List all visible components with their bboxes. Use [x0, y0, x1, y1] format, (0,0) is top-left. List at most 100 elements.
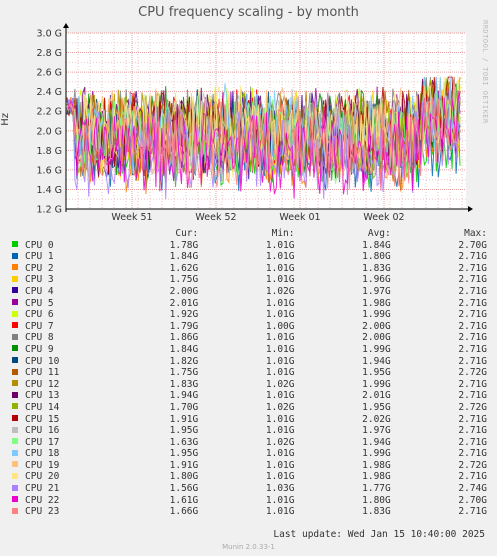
chart-plot: Week 51 Week 52 Week 01 Week 02 1.2 G 1.4 G 1.… — [37, 23, 473, 223]
series-label: CPU 5 — [25, 297, 54, 309]
legend-cur-value: 1.95G — [169, 448, 199, 460]
legend-avg-value: 1.97G — [362, 425, 391, 437]
legend-row: CPU 9 1.84G 1.01G 1.99G 2.71G — [12, 344, 487, 356]
legend-cur-value: 1.80G — [169, 471, 199, 483]
legend-row: CPU 21 1.56G 1.03G 1.77G 2.74G — [12, 483, 487, 495]
legend-series-name: CPU 1 — [12, 251, 102, 263]
legend-series-name: CPU 2 — [12, 263, 102, 275]
legend-cur-value: 1.91G — [169, 413, 199, 425]
legend-cur-value: 1.91G — [169, 459, 199, 471]
legend-min-value: 1.01G — [265, 506, 295, 518]
legend-series-name: CPU 20 — [12, 471, 102, 483]
legend-swatch — [12, 310, 18, 317]
legend-max-value: 2.71G — [458, 378, 487, 390]
series-label: CPU 8 — [25, 332, 54, 344]
legend-avg-value: 1.95G — [362, 367, 391, 379]
legend-avg-value: 1.98G — [362, 297, 391, 309]
legend-cur-value: 1.75G — [169, 367, 199, 379]
legend-max-value: 2.71G — [458, 425, 487, 437]
legend-cur-value: 2.00G — [169, 285, 199, 297]
legend-avg-value: 1.97G — [362, 285, 391, 297]
legend-swatch — [12, 368, 18, 375]
legend-max-value: 2.71G — [458, 332, 487, 344]
legend-swatch — [12, 415, 18, 421]
legend-row: CPU 1 1.84G 1.01G 1.80G 2.71G — [12, 251, 487, 263]
legend-max-value: 2.71G — [458, 471, 487, 483]
series-label: CPU 7 — [25, 320, 54, 332]
legend-series-name: CPU 12 — [12, 379, 102, 391]
y-tick-label: 2.8 G — [37, 48, 63, 59]
legend-max-value: 2.71G — [458, 390, 487, 402]
legend-series-name: CPU 3 — [12, 274, 102, 286]
legend-table: Cur: Min: Avg: Max: CPU 0 1.78G 1.01G 1.84G… — [12, 228, 487, 518]
legend-avg-value: 1.80G — [362, 494, 391, 506]
legend-max-value: 2.72G — [458, 459, 487, 471]
legend-max-value: 2.71G — [458, 413, 487, 425]
legend-row: CPU 7 1.79G 1.00G 2.00G 2.71G — [12, 321, 487, 333]
legend-series-name: CPU 9 — [12, 344, 102, 356]
legend-min-value: 1.01G — [265, 332, 295, 344]
legend-avg-value: 2.00G — [362, 332, 391, 344]
legend-min-value: 1.00G — [265, 320, 295, 332]
legend-cur-value: 1.83G — [169, 378, 199, 390]
legend-cur-value: 1.92G — [169, 309, 199, 321]
legend-row: CPU 16 1.95G 1.01G 1.97G 2.71G — [12, 425, 487, 437]
legend-series-name: CPU 8 — [12, 332, 102, 344]
legend-avg-value: 1.94G — [362, 436, 391, 448]
y-tick-label: 2.2 G — [37, 107, 63, 118]
legend-min-value: 1.02G — [265, 401, 295, 413]
legend-swatch — [12, 449, 18, 456]
legend-avg-value: 2.00G — [362, 320, 391, 332]
legend-avg-value: 1.95G — [362, 401, 391, 413]
legend-max-value: 2.71G — [458, 506, 487, 518]
legend-row: CPU 19 1.91G 1.01G 1.98G 2.72G — [12, 460, 487, 472]
legend-cur-value: 2.01G — [169, 297, 199, 309]
legend-max-value: 2.71G — [458, 355, 487, 367]
series-label: CPU 21 — [25, 483, 60, 495]
legend-min-value: 1.01G — [265, 262, 295, 274]
legend-row: CPU 10 1.82G 1.01G 1.94G 2.71G — [12, 356, 487, 368]
series-label: CPU 17 — [25, 436, 60, 448]
x-tick-label: Week 01 — [279, 212, 320, 223]
legend-max-value: 2.71G — [458, 274, 487, 286]
legend-swatch — [12, 241, 18, 248]
legend-avg-value: 1.83G — [362, 506, 391, 518]
legend-avg-value: 1.99G — [362, 343, 391, 355]
legend-min-value: 1.01G — [265, 448, 295, 460]
legend-swatch — [12, 391, 18, 398]
legend-min-value: 1.01G — [265, 297, 295, 309]
series-label: CPU 16 — [25, 425, 60, 437]
legend-swatch — [12, 345, 18, 352]
last-update: Last update: Wed Jan 15 10:40:00 2025 — [273, 529, 485, 540]
legend-min-value: 1.01G — [265, 251, 295, 263]
series-label: CPU 1 — [25, 251, 54, 263]
legend-min-value: 1.03G — [265, 483, 295, 495]
y-tick-label: 1.4 G — [37, 185, 63, 196]
legend-cur-value: 1.56G — [169, 483, 199, 495]
legend-max-value: 2.70G — [458, 494, 487, 506]
legend-series-name: CPU 5 — [12, 298, 102, 310]
legend-cur-value: 1.82G — [169, 355, 199, 367]
legend-swatch — [12, 322, 18, 329]
legend-swatch — [12, 507, 18, 514]
legend-swatch — [12, 252, 18, 259]
legend-swatch — [12, 380, 18, 387]
legend-max-value: 2.71G — [458, 251, 487, 263]
legend-series-name: CPU 14 — [12, 402, 102, 414]
legend-avg-value: 1.98G — [362, 459, 391, 471]
legend-row: CPU 8 1.86G 1.01G 2.00G 2.71G — [12, 332, 487, 344]
y-tick-label: 3.0 G — [37, 29, 63, 40]
legend-min-value: 1.01G — [265, 494, 295, 506]
legend-row: CPU 2 1.62G 1.01G 1.83G 2.71G — [12, 263, 487, 275]
col-min: Min: — [271, 228, 295, 239]
legend-cur-value: 1.70G — [169, 401, 199, 413]
legend-swatch — [12, 472, 18, 479]
legend-swatch — [12, 275, 18, 282]
series-label: CPU 12 — [25, 378, 60, 390]
legend-min-value: 1.02G — [265, 378, 295, 390]
legend-max-value: 2.70G — [458, 239, 487, 251]
legend-row: CPU 15 1.91G 1.01G 2.02G 2.71G — [12, 414, 487, 426]
legend-header-row: Cur: Min: Avg: Max: — [12, 228, 487, 240]
legend-min-value: 1.01G — [265, 425, 295, 437]
series-label: CPU 10 — [25, 355, 60, 367]
